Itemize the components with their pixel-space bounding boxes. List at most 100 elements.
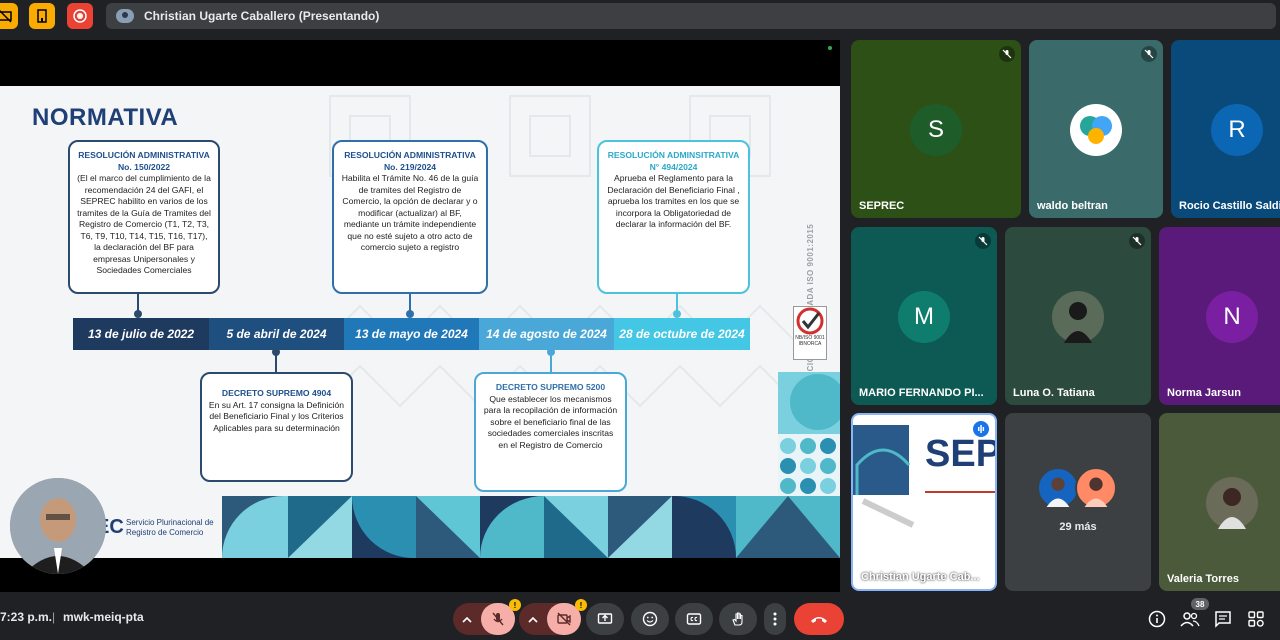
avatar: R xyxy=(1211,104,1263,156)
raise-hand-button[interactable] xyxy=(719,603,757,635)
mic-off-icon xyxy=(1129,233,1145,249)
live-indicator xyxy=(828,46,832,50)
hand-icon xyxy=(732,612,743,626)
chat-button[interactable] xyxy=(1211,607,1235,631)
iso-badge: NB/ISO 9001 IBNORCA xyxy=(793,306,827,360)
participant-tile-presenter[interactable]: SEPI Christian Ugarte Cab... xyxy=(851,413,997,591)
iso-certification-text: INSTITUCIÓN CERTIFICADA ISO 9001:2015 xyxy=(802,106,818,406)
people-icon xyxy=(1180,612,1200,627)
box-ra-494: RESOLUCIÓN ADMINSITRATIVA N° 494/2024 Ap… xyxy=(597,140,750,294)
participant-name: Christian Ugarte Cab... xyxy=(861,571,980,583)
participant-tile[interactable]: S SEPREC xyxy=(851,40,1021,218)
box-body: Habilita el Trámite No. 46 de la guía de… xyxy=(341,173,479,252)
top-bar: Christian Ugarte Caballero (Presentando) xyxy=(0,0,1280,32)
participant-name: MARIO FERNANDO PI... xyxy=(859,387,984,399)
connector xyxy=(550,352,552,374)
checkmark-icon xyxy=(796,307,824,335)
chevron-up-icon[interactable] xyxy=(461,613,473,631)
participant-name: Rocio Castillo Saldias xyxy=(1179,200,1280,212)
connector xyxy=(275,352,277,374)
participant-count-badge: 38 xyxy=(1191,598,1209,610)
decorative-band xyxy=(222,496,840,558)
slide: NORMATIVA RESOLUCIÓN ADMINISTRATIVA No. … xyxy=(0,86,840,558)
photo-avatar-icon xyxy=(1037,467,1079,509)
photo-avatar-icon xyxy=(1052,291,1104,343)
timeline-date: 13 de mayo de 2024 xyxy=(344,318,479,350)
participant-name: Norma Jarsun xyxy=(1167,387,1241,399)
participant-name: waldo beltran xyxy=(1037,200,1108,212)
timeline-date: 14 de agosto de 2024 xyxy=(479,318,614,350)
box-ds-5200: DECRETO SUPREMO 5200 Que establecer los … xyxy=(474,372,627,492)
chat-icon xyxy=(1215,611,1231,628)
info-icon xyxy=(1148,610,1166,628)
more-options-button[interactable] xyxy=(764,603,786,635)
photo-avatar-icon xyxy=(1206,477,1258,529)
building-icon[interactable] xyxy=(29,3,55,29)
captions-button[interactable] xyxy=(675,603,713,635)
box-heading: RESOLUCIÓN ADMINISTRATIVA No. 219/2024 xyxy=(344,150,476,172)
meeting-info-button[interactable] xyxy=(1145,607,1169,631)
emoji-button[interactable] xyxy=(631,603,669,635)
chevron-up-icon[interactable] xyxy=(527,613,539,631)
connector-dot xyxy=(406,310,414,318)
sepi-logo-text: SEPI xyxy=(925,433,995,475)
captions-icon xyxy=(686,613,702,625)
presenter-avatar-icon xyxy=(116,9,134,23)
participant-name: Valeria Torres xyxy=(1167,573,1239,585)
iso-badge-label: NB/ISO 9001 IBNORCA xyxy=(795,335,825,347)
leave-call-button[interactable] xyxy=(794,603,844,635)
more-vert-icon xyxy=(773,612,777,626)
separator: | xyxy=(52,610,56,624)
box-heading: DECRETO SUPREMO 4904 xyxy=(221,388,332,398)
participant-tile[interactable]: M MARIO FERNANDO PI... xyxy=(851,227,997,405)
mic-off-icon xyxy=(999,46,1015,62)
avatar: N xyxy=(1206,291,1258,343)
participant-name: Luna O. Tatiana xyxy=(1013,387,1095,399)
bottom-bar: 7:23 p.m. | mwk-meiq-pta ! ! 38 xyxy=(0,598,1280,640)
more-participants-tile[interactable]: 29 más xyxy=(1005,413,1151,591)
avatar: S xyxy=(910,104,962,156)
timeline-date: 5 de abril de 2024 xyxy=(209,318,344,350)
photo-avatar-icon xyxy=(1075,467,1117,509)
participant-tile[interactable]: Luna O. Tatiana xyxy=(1005,227,1151,405)
avatar: M xyxy=(898,291,950,343)
clock: 7:23 p.m. xyxy=(0,610,53,624)
participant-tile[interactable]: N Norma Jarsun xyxy=(1159,227,1280,405)
box-body: Aprueba el Reglamento para la Declaració… xyxy=(607,173,740,229)
participant-tile[interactable]: Valeria Torres xyxy=(1159,413,1280,591)
brain-avatar-icon xyxy=(1070,104,1122,156)
box-body: Que establecer los mecanismos para la re… xyxy=(483,393,618,450)
presenter-video-icon xyxy=(10,478,106,574)
participant-tile[interactable]: R Rocio Castillo Saldias xyxy=(1171,40,1280,218)
presenting-label: Christian Ugarte Caballero (Presentando) xyxy=(144,9,380,23)
recording-icon[interactable] xyxy=(67,3,93,29)
slide-title: NORMATIVA xyxy=(32,104,179,131)
mic-group: ! xyxy=(453,599,521,635)
present-screen-icon xyxy=(597,613,613,624)
participant-tile[interactable]: waldo beltran xyxy=(1029,40,1163,218)
camera-group: ! xyxy=(519,599,587,635)
camera-toggle-button[interactable]: ! xyxy=(547,599,587,635)
activities-button[interactable] xyxy=(1244,607,1268,631)
mic-toggle-button[interactable]: ! xyxy=(481,599,521,635)
participants-button[interactable] xyxy=(1178,607,1202,631)
box-ra-150: RESOLUCIÓN ADMINISTRATIVA No. 150/2022 (… xyxy=(68,140,220,294)
hide-presentation-icon[interactable] xyxy=(0,3,18,29)
box-heading: RESOLUCIÓN ADMINISTRATIVA No. 150/2022 xyxy=(78,150,210,172)
seprec-logo-text: Servicio Plurinacional de Registro de Com… xyxy=(126,518,214,537)
box-heading: DECRETO SUPREMO 5200 xyxy=(495,382,606,392)
meeting-code: mwk-meiq-pta xyxy=(63,610,144,624)
logo-underline xyxy=(925,491,995,493)
more-participants-label: 29 más xyxy=(1059,521,1097,533)
meet-window: Christian Ugarte Caballero (Presentando)… xyxy=(0,0,1280,640)
speaking-icon xyxy=(973,421,989,437)
warning-icon: ! xyxy=(509,599,521,611)
emoji-icon xyxy=(642,611,658,627)
present-button[interactable] xyxy=(586,603,624,635)
warning-icon: ! xyxy=(575,599,587,611)
mic-off-icon xyxy=(1141,46,1157,62)
presenter-self-view[interactable] xyxy=(10,478,106,574)
activities-icon xyxy=(1248,611,1264,627)
presentation-stage: NORMATIVA RESOLUCIÓN ADMINISTRATIVA No. … xyxy=(0,40,840,592)
box-ra-219: RESOLUCIÓN ADMINISTRATIVA No. 219/2024 H… xyxy=(332,140,488,294)
